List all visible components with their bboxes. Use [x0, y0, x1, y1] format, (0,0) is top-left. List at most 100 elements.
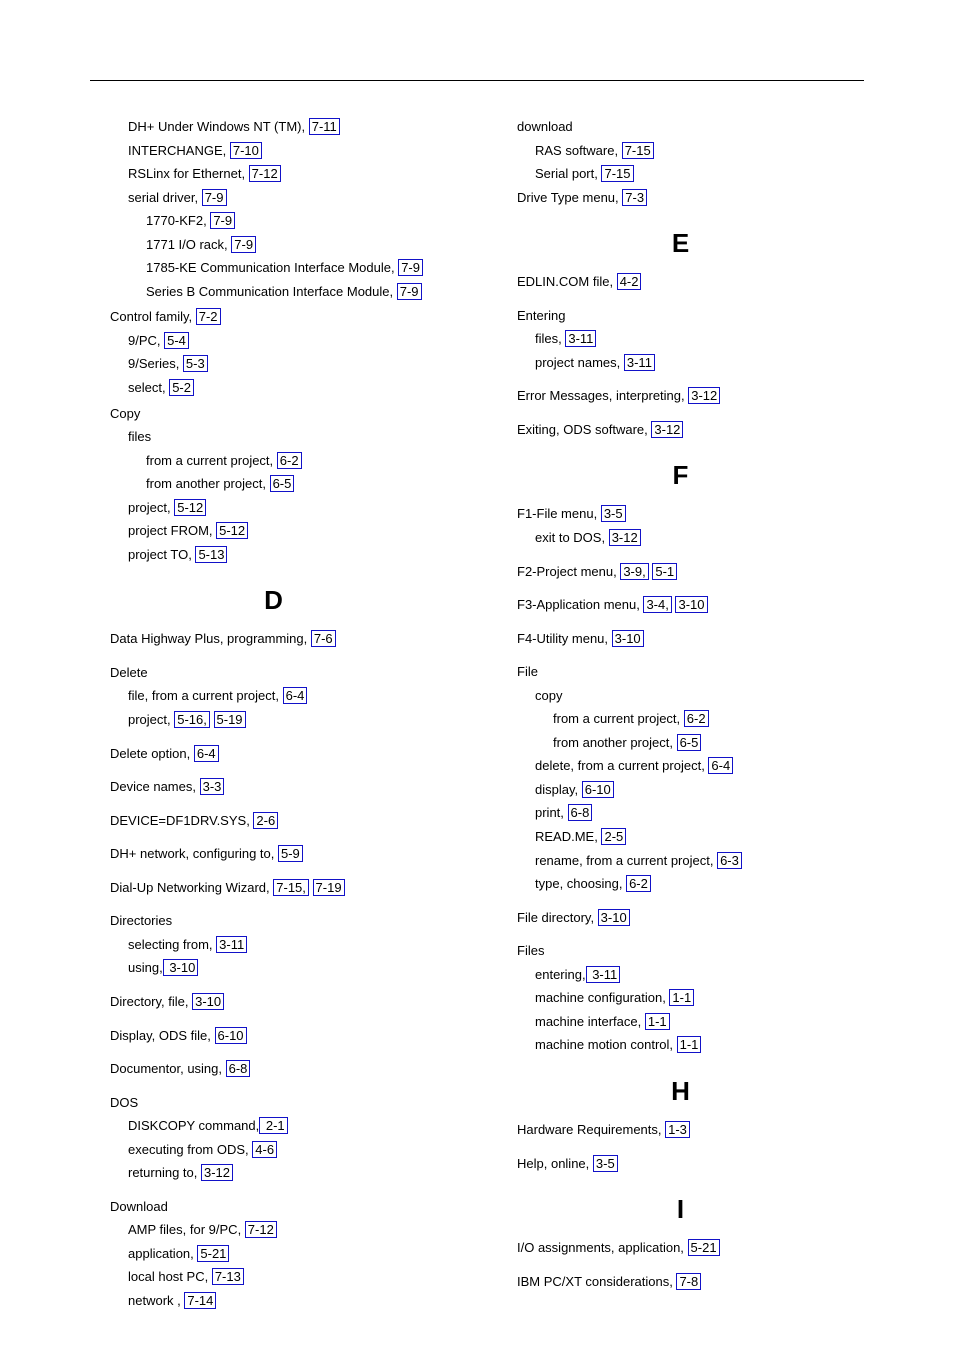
- page-reference-link[interactable]: 1-1: [677, 1036, 702, 1053]
- page-reference-link[interactable]: 1-1: [645, 1013, 670, 1030]
- index-text: IBM PC/XT considerations,: [517, 1274, 676, 1289]
- page-reference-link[interactable]: 3-9,: [620, 563, 648, 580]
- page-reference-link[interactable]: 3-10: [192, 993, 224, 1010]
- page-reference-link[interactable]: 3-3: [200, 778, 225, 795]
- page-reference-link[interactable]: 4-2: [617, 273, 642, 290]
- page-reference-link[interactable]: 3-10: [612, 630, 644, 647]
- index-entry: DH+ Under Windows NT (TM), 7-11: [110, 118, 457, 136]
- index-text: files: [128, 429, 151, 444]
- page-reference-link[interactable]: 2-5: [601, 828, 626, 845]
- page-reference-link[interactable]: 7-10: [230, 142, 262, 159]
- index-text: download: [517, 119, 573, 134]
- page-reference-link[interactable]: 6-2: [626, 875, 651, 892]
- page-reference-link[interactable]: 6-3: [717, 852, 742, 869]
- index-entry: Data Highway Plus, programming, 7-6: [110, 630, 457, 648]
- page-reference-link[interactable]: 6-8: [568, 804, 593, 821]
- top-rule: [90, 80, 864, 81]
- page-reference-link[interactable]: 5-19: [214, 711, 246, 728]
- index-text: I/O assignments, application,: [517, 1240, 688, 1255]
- index-text: Data Highway Plus, programming,: [110, 631, 311, 646]
- index-entry: Dial-Up Networking Wizard, 7-15, 7-19: [110, 879, 457, 897]
- index-entry: 1785-KE Communication Interface Module, …: [110, 259, 457, 277]
- page-reference-link[interactable]: 6-2: [277, 452, 302, 469]
- page-reference-link[interactable]: 6-10: [582, 781, 614, 798]
- page-reference-link[interactable]: 7-12: [245, 1221, 277, 1238]
- page-reference-link[interactable]: 5-13: [195, 546, 227, 563]
- index-text: type, choosing,: [535, 876, 626, 891]
- page-reference-link[interactable]: 7-9: [398, 259, 423, 276]
- page-reference-link[interactable]: 3-12: [688, 387, 720, 404]
- index-entry: Device names, 3-3: [110, 778, 457, 796]
- page-reference-link[interactable]: 7-15: [622, 142, 654, 159]
- index-text: entering,: [535, 967, 586, 982]
- page-reference-link[interactable]: 2-6: [253, 812, 278, 829]
- index-entry: 9/PC, 5-4: [110, 332, 457, 350]
- page-reference-link[interactable]: 3-11: [586, 966, 621, 983]
- page-reference-link[interactable]: 3-12: [651, 421, 683, 438]
- page-reference-link[interactable]: 1-1: [669, 989, 694, 1006]
- page-reference-link[interactable]: 7-11: [309, 118, 340, 135]
- index-text: Documentor, using,: [110, 1061, 226, 1076]
- page-reference-link[interactable]: 7-9: [397, 283, 422, 300]
- page-reference-link[interactable]: 5-4: [164, 332, 189, 349]
- index-text: Control family,: [110, 309, 196, 324]
- page-reference-link[interactable]: 6-5: [677, 734, 702, 751]
- page-reference-link[interactable]: 6-2: [684, 710, 709, 727]
- page-reference-link[interactable]: 3-10: [598, 909, 630, 926]
- page-reference-link[interactable]: 6-8: [226, 1060, 251, 1077]
- index-text: DISKCOPY command,: [128, 1118, 259, 1133]
- page-reference-link[interactable]: 5-21: [197, 1245, 229, 1262]
- page-reference-link[interactable]: 7-15,: [273, 879, 309, 896]
- index-text: using,: [128, 960, 163, 975]
- page-reference-link[interactable]: 7-6: [311, 630, 336, 647]
- page-reference-link[interactable]: 3-5: [593, 1155, 618, 1172]
- page-reference-link[interactable]: 3-5: [601, 505, 626, 522]
- index-text: F1-File menu,: [517, 506, 601, 521]
- page-reference-link[interactable]: 7-14: [184, 1292, 216, 1309]
- page-reference-link[interactable]: 3-11: [624, 354, 655, 371]
- index-entry: Drive Type menu, 7-3: [517, 189, 864, 207]
- index-entry: download: [517, 118, 864, 136]
- page-reference-link[interactable]: 7-8: [676, 1273, 701, 1290]
- index-entry: DEVICE=DF1DRV.SYS, 2-6: [110, 812, 457, 830]
- page-reference-link[interactable]: 3-11: [216, 936, 247, 953]
- page-reference-link[interactable]: 7-9: [210, 212, 235, 229]
- page-reference-link[interactable]: 6-4: [708, 757, 733, 774]
- page-reference-link[interactable]: 3-4,: [643, 596, 671, 613]
- page-reference-link[interactable]: 7-2: [196, 308, 221, 325]
- page-reference-link[interactable]: 7-9: [202, 189, 227, 206]
- page-reference-link[interactable]: 5-21: [688, 1239, 720, 1256]
- page-reference-link[interactable]: 5-12: [174, 499, 206, 516]
- page-reference-link[interactable]: 7-19: [313, 879, 345, 896]
- page-reference-link[interactable]: 5-1: [652, 563, 677, 580]
- page-reference-link[interactable]: 7-12: [249, 165, 281, 182]
- page-reference-link[interactable]: 7-13: [212, 1268, 244, 1285]
- index-text: 1771 I/O rack,: [146, 237, 231, 252]
- page-reference-link[interactable]: 3-10: [163, 959, 199, 976]
- index-page: DH+ Under Windows NT (TM), 7-11INTERCHAN…: [0, 0, 954, 1356]
- page-reference-link[interactable]: 4-6: [252, 1141, 277, 1158]
- page-reference-link[interactable]: 3-11: [565, 330, 596, 347]
- page-reference-link[interactable]: 5-16,: [174, 711, 210, 728]
- index-entry: project names, 3-11: [517, 354, 864, 372]
- page-reference-link[interactable]: 6-4: [194, 745, 219, 762]
- page-reference-link[interactable]: 2-1: [259, 1117, 287, 1134]
- index-text: F4-Utility menu,: [517, 631, 612, 646]
- index-text: exit to DOS,: [535, 530, 609, 545]
- page-reference-link[interactable]: 5-12: [216, 522, 248, 539]
- page-reference-link[interactable]: 7-9: [231, 236, 256, 253]
- page-reference-link[interactable]: 1-3: [665, 1121, 690, 1138]
- index-text: Files: [517, 943, 544, 958]
- page-reference-link[interactable]: 5-3: [183, 355, 208, 372]
- page-reference-link[interactable]: 3-10: [675, 596, 707, 613]
- page-reference-link[interactable]: 5-9: [278, 845, 303, 862]
- page-reference-link[interactable]: 6-5: [270, 475, 295, 492]
- page-reference-link[interactable]: 3-12: [609, 529, 641, 546]
- page-reference-link[interactable]: 3-12: [201, 1164, 233, 1181]
- page-reference-link[interactable]: 5-2: [169, 379, 194, 396]
- page-reference-link[interactable]: 6-10: [215, 1027, 247, 1044]
- page-reference-link[interactable]: 7-3: [622, 189, 647, 206]
- page-reference-link[interactable]: 7-15: [601, 165, 633, 182]
- page-reference-link[interactable]: 6-4: [283, 687, 308, 704]
- index-entry: select, 5-2: [110, 379, 457, 397]
